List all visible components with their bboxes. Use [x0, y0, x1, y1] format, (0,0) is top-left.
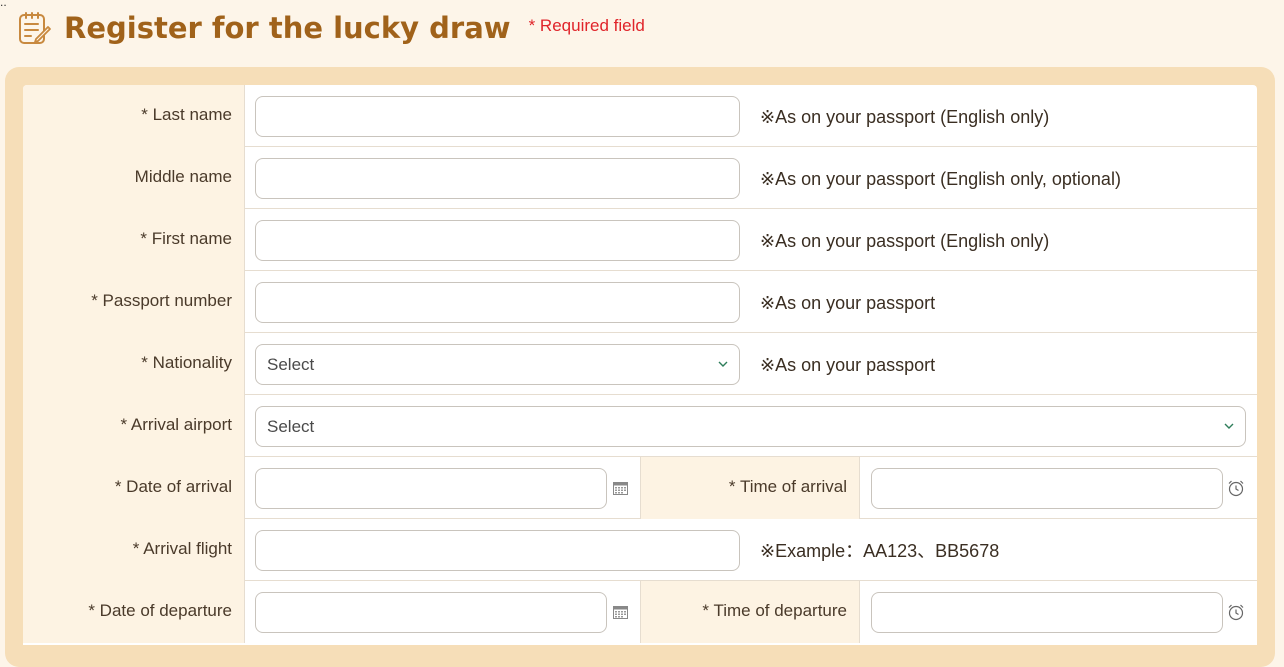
date-of-arrival-label: * Date of arrival: [23, 457, 245, 519]
form-row-departure-datetime: * Date of departure * Time of departure: [23, 581, 1257, 643]
nationality-note: ※As on your passport: [760, 355, 936, 375]
middle-name-input[interactable]: [255, 158, 740, 199]
passport-number-note: ※As on your passport: [760, 293, 936, 313]
arrival-flight-label: * Arrival flight: [23, 519, 245, 581]
alarm-clock-icon[interactable]: [1227, 479, 1245, 497]
form-row-passport-number: * Passport number ※As on your passport: [23, 271, 1257, 333]
page-title: Register for the lucky draw: [64, 11, 511, 45]
page-header: Register for the lucky draw * Required f…: [16, 8, 645, 48]
nationality-select[interactable]: Select: [255, 344, 740, 385]
arrival-airport-label: * Arrival airport: [23, 395, 245, 457]
corner-dots: ..: [0, 0, 7, 9]
last-name-note: ※As on your passport (English only): [760, 107, 1050, 127]
first-name-label: * First name: [23, 209, 245, 271]
form-row-middle-name: Middle name ※As on your passport (Englis…: [23, 147, 1257, 209]
registration-form: * Last name ※As on your passport (Englis…: [23, 85, 1257, 645]
nationality-select-value: Select: [267, 355, 315, 374]
arrival-airport-select-value: Select: [267, 417, 315, 436]
nationality-label: * Nationality: [23, 333, 245, 395]
alarm-clock-icon[interactable]: [1227, 603, 1245, 621]
chevron-down-icon: [1224, 423, 1234, 429]
arrival-airport-select[interactable]: Select: [255, 406, 1246, 447]
form-row-nationality: * Nationality Select ※As on your passpor…: [23, 333, 1257, 395]
form-row-arrival-airport: * Arrival airport Select: [23, 395, 1257, 457]
arrival-flight-note: ※Example：AA123、BB5678: [760, 541, 1000, 561]
chevron-down-icon: [718, 361, 728, 367]
middle-name-label: Middle name: [23, 147, 245, 209]
time-of-departure-label: * Time of departure: [640, 581, 860, 643]
last-name-input[interactable]: [255, 96, 740, 137]
form-row-arrival-flight: * Arrival flight ※Example：AA123、BB5678: [23, 519, 1257, 581]
last-name-label: * Last name: [23, 85, 245, 147]
time-of-arrival-input[interactable]: [871, 468, 1223, 509]
calendar-icon[interactable]: [613, 605, 628, 619]
form-row-last-name: * Last name ※As on your passport (Englis…: [23, 85, 1257, 147]
passport-number-label: * Passport number: [23, 271, 245, 333]
first-name-input[interactable]: [255, 220, 740, 261]
passport-number-input[interactable]: [255, 282, 740, 323]
date-of-departure-label: * Date of departure: [23, 581, 245, 643]
form-row-first-name: * First name ※As on your passport (Engli…: [23, 209, 1257, 271]
time-of-departure-input[interactable]: [871, 592, 1223, 633]
date-of-arrival-input[interactable]: [255, 468, 607, 509]
calendar-icon[interactable]: [613, 481, 628, 495]
time-of-arrival-label: * Time of arrival: [640, 457, 860, 519]
required-field-note: * Required field: [528, 16, 645, 35]
middle-name-note: ※As on your passport (English only, opti…: [760, 169, 1121, 189]
form-row-arrival-datetime: * Date of arrival * Time of arrival: [23, 457, 1257, 519]
date-of-departure-input[interactable]: [255, 592, 607, 633]
arrival-flight-input[interactable]: [255, 530, 740, 571]
form-document-icon: [19, 12, 51, 44]
first-name-note: ※As on your passport (English only): [760, 231, 1050, 251]
